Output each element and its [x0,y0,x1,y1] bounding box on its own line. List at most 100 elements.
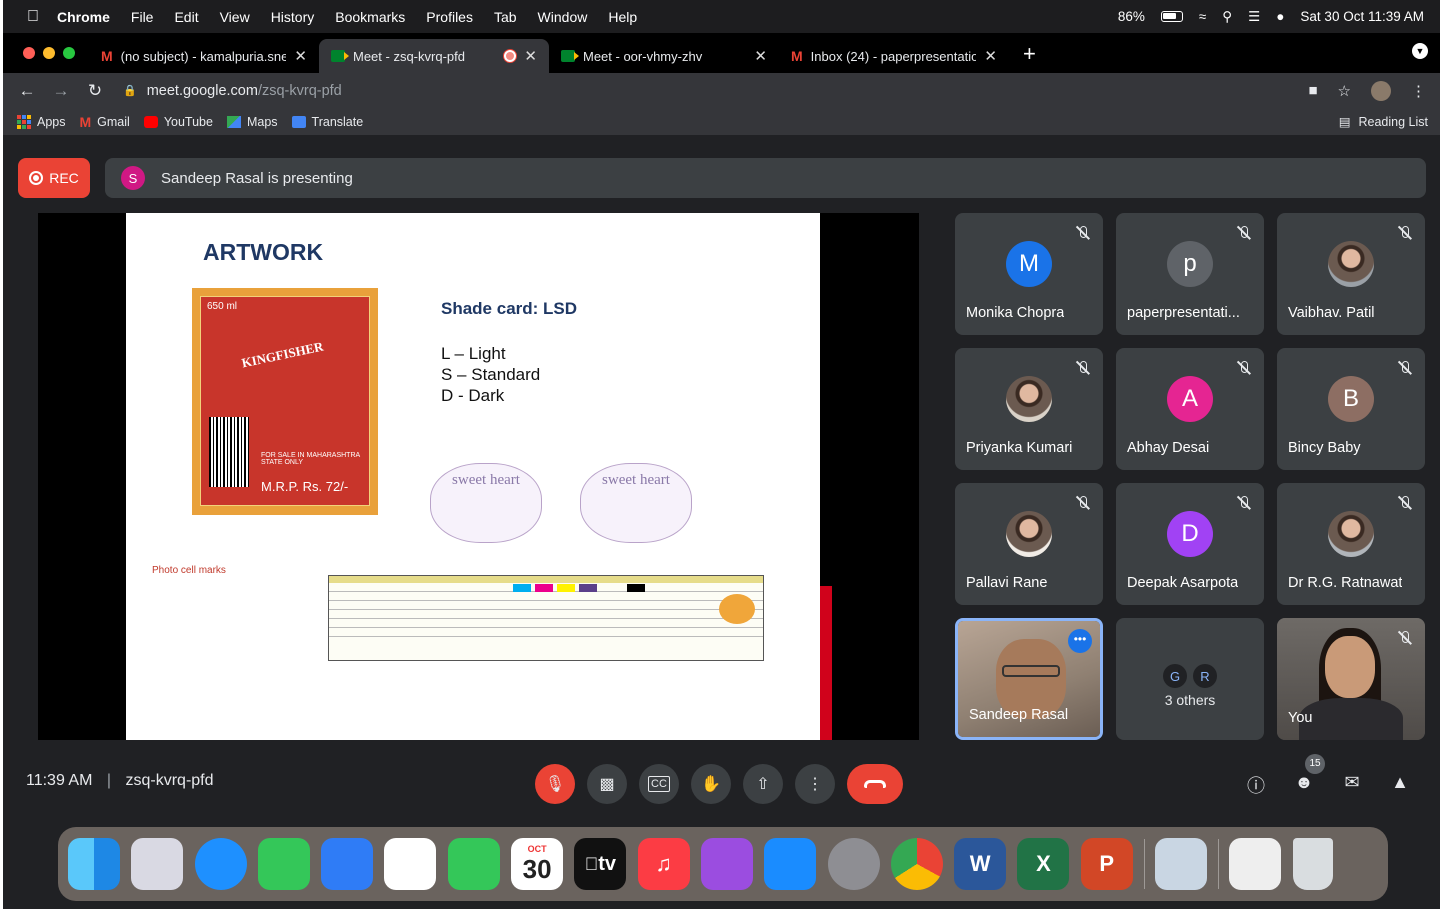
preview-document-icon[interactable] [1155,838,1208,890]
raise-hand-button[interactable]: ✋ [691,764,731,804]
messages-icon[interactable] [257,838,310,890]
battery-icon[interactable] [1160,11,1183,22]
cup-artwork-front: sweet heart [430,463,542,543]
people-icon[interactable]: ☻ [1293,772,1315,794]
menu-help[interactable]: Help [608,9,637,25]
forward-icon[interactable]: → [51,81,71,101]
participant-tile[interactable]: D Deepak Asarpota [1116,483,1264,605]
menu-window[interactable]: Window [538,9,588,25]
mail-icon[interactable] [321,838,374,890]
menu-history[interactable]: History [271,9,315,25]
close-tab-icon[interactable]: ✕ [984,47,997,65]
bookmark-translate[interactable]: Translate [291,115,363,129]
participant-tile[interactable]: Vaibhav. Patil [1277,213,1425,335]
meeting-time: 11:39 AM [26,772,93,789]
bookmark-maps[interactable]: Maps [226,115,278,129]
recent-window-icon[interactable] [1229,838,1282,890]
participant-tile[interactable]: Priyanka Kumari [955,348,1103,470]
finder-icon[interactable] [68,838,120,890]
tab-gmail-inbox[interactable]: M Inbox (24) - paperpresentation ✕ [779,39,1009,73]
music-icon[interactable]: ♫ [637,838,690,890]
calendar-icon[interactable]: OCT 30 [511,838,564,890]
control-center-icon[interactable]: ☰ [1248,9,1260,25]
tab-gmail-no-subject[interactable]: M (no subject) - kamalpuria.sneh ✕ [89,39,319,73]
system-preferences-icon[interactable] [827,838,880,890]
close-window-icon[interactable] [23,47,35,59]
participant-tile[interactable]: Dr R.G. Ratnawat [1277,483,1425,605]
tab-search-icon[interactable]: ▼ [1412,43,1428,59]
menu-bar:  Chrome File Edit View History Bookmark… [3,0,1440,33]
facetime-icon[interactable] [447,838,500,890]
bookmark-gmail[interactable]: M Gmail [80,114,130,130]
reading-list-icon: ▤ [1338,115,1351,129]
zoom-window-icon[interactable] [63,47,75,59]
presentation-stage[interactable]: ARTWORK 650 ml KINGFISHER FOR SALE IN MA… [38,213,919,740]
participant-tile[interactable]: Pallavi Rane [955,483,1103,605]
mic-toggle-button[interactable]: 🎙 [535,764,575,804]
self-tile[interactable]: You [1277,618,1425,740]
speaker-tile[interactable]: ••• Sandeep Rasal [955,618,1103,740]
siri-icon[interactable]: ● [1276,9,1284,24]
menu-tab[interactable]: Tab [494,9,517,25]
trash-icon[interactable] [1292,838,1333,890]
recording-button[interactable]: REC [18,158,90,198]
others-tile[interactable]: G R 3 others [1116,618,1264,740]
minimize-window-icon[interactable] [43,47,55,59]
leave-call-button[interactable] [847,764,903,804]
participant-tile[interactable]: A Abhay Desai [1116,348,1264,470]
participant-tile[interactable]: B Bincy Baby [1277,348,1425,470]
close-tab-icon[interactable]: ✕ [524,47,537,65]
mic-off-icon [1397,225,1413,241]
powerpoint-icon[interactable]: P [1080,838,1133,890]
bookmark-youtube[interactable]: YouTube [143,115,213,129]
apple-tv-icon[interactable]: tv [574,838,627,890]
back-icon[interactable]: ← [17,81,37,101]
menu-profiles[interactable]: Profiles [426,9,473,25]
menu-bookmarks[interactable]: Bookmarks [335,9,405,25]
camera-in-use-icon[interactable]: ■ [1308,82,1317,99]
chrome-menu-icon[interactable]: ⋮ [1411,82,1426,100]
spotlight-search-icon[interactable]: ⚲ [1222,9,1232,25]
participant-name: Pallavi Rane [966,575,1048,591]
app-store-icon[interactable] [764,838,817,890]
meeting-details-icon[interactable]: ⓘ [1245,772,1267,796]
more-options-icon[interactable]: ••• [1068,629,1092,653]
close-tab-icon[interactable]: ✕ [294,47,307,65]
menu-view[interactable]: View [220,9,250,25]
participant-tile[interactable]: p paperpresentati... [1116,213,1264,335]
address-bar[interactable]: 🔒 meet.google.com/zsq-kvrq-pfd [123,83,342,99]
captions-button[interactable]: CC [639,764,679,804]
reading-list-button[interactable]: ▤ Reading List [1338,114,1428,130]
lock-icon[interactable]: 🔒 [123,84,137,97]
menu-app-name[interactable]: Chrome [57,9,110,25]
bookmark-star-icon[interactable]: ☆ [1338,82,1351,100]
word-icon[interactable]: W [954,838,1007,890]
dock-separator [1144,839,1146,889]
barcode-icon [209,417,249,487]
launchpad-icon[interactable] [131,838,184,890]
more-options-button[interactable]: ⋮ [795,764,835,804]
present-now-button[interactable]: ⇧ [743,764,783,804]
tab-meet-active[interactable]: Meet - zsq-kvrq-pfd ✕ [319,39,549,73]
menu-edit[interactable]: Edit [174,9,198,25]
photos-icon[interactable] [384,838,437,890]
activities-icon[interactable]: ▲ [1389,772,1411,794]
chat-icon[interactable]: ✉ [1341,772,1363,794]
bookmark-apps[interactable]: Apps [17,114,66,129]
chrome-icon[interactable] [890,838,943,890]
profile-avatar[interactable] [1371,80,1391,101]
wifi-icon[interactable]: ≈ [1199,9,1206,24]
podcasts-icon[interactable] [700,838,753,890]
camera-toggle-button[interactable]: ▩ [587,764,627,804]
menu-file[interactable]: File [131,9,154,25]
safari-icon[interactable] [194,838,247,890]
reload-icon[interactable]: ↻ [85,81,105,101]
participant-tile[interactable]: M Monika Chopra [955,213,1103,335]
new-tab-icon[interactable]: + [1023,41,1036,67]
excel-icon[interactable]: X [1017,838,1070,890]
tab-meet-other[interactable]: Meet - oor-vhmy-zhv ✕ [549,39,779,73]
close-tab-icon[interactable]: ✕ [754,47,767,65]
menu-clock[interactable]: Sat 30 Oct 11:39 AM [1300,9,1424,24]
presenting-banner: S Sandeep Rasal is presenting [105,158,1426,198]
apple-icon[interactable]:  [23,8,43,26]
